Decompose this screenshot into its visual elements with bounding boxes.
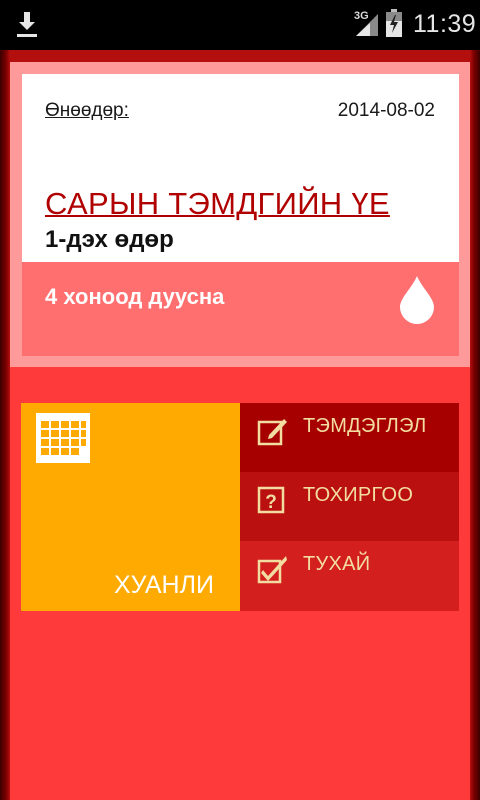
question-box-icon: ?: [257, 486, 285, 514]
menu-item-about[interactable]: ТУХАЙ: [240, 541, 459, 611]
today-label: Өнөөдөр:: [45, 100, 129, 121]
checkbox-icon: [257, 556, 287, 584]
today-date: 2014-08-02: [337, 100, 435, 121]
download-icon: [17, 12, 37, 37]
svg-text:?: ?: [265, 492, 277, 513]
status-clock: 11:39: [413, 10, 477, 38]
period-day: 1-дэх өдөр: [45, 226, 174, 253]
menu-item-label: ТУХАЙ: [303, 553, 371, 575]
menu-item-notes[interactable]: ТЭМДЭГЛЭЛ: [240, 403, 459, 472]
drop-icon: [400, 276, 434, 324]
signal-strength-icon: [356, 14, 378, 36]
period-title: САРЫН ТЭМДГИЙН ҮЕ: [45, 186, 390, 221]
calendar-icon: [36, 413, 90, 463]
menu-item-label: ТОХИРГОО: [303, 484, 414, 506]
battery-charging-icon: [386, 9, 402, 37]
menu-item-settings[interactable]: ? ТОХИРГОО: [240, 472, 459, 541]
menu-item-label: ТЭМДЭГЛЭЛ: [303, 415, 427, 437]
countdown-text: 4 хоноод дуусна: [45, 284, 225, 309]
edit-note-icon: [257, 419, 287, 446]
calendar-label: ХУАНЛИ: [114, 571, 214, 599]
status-bar: 3G 11:39: [0, 0, 480, 50]
